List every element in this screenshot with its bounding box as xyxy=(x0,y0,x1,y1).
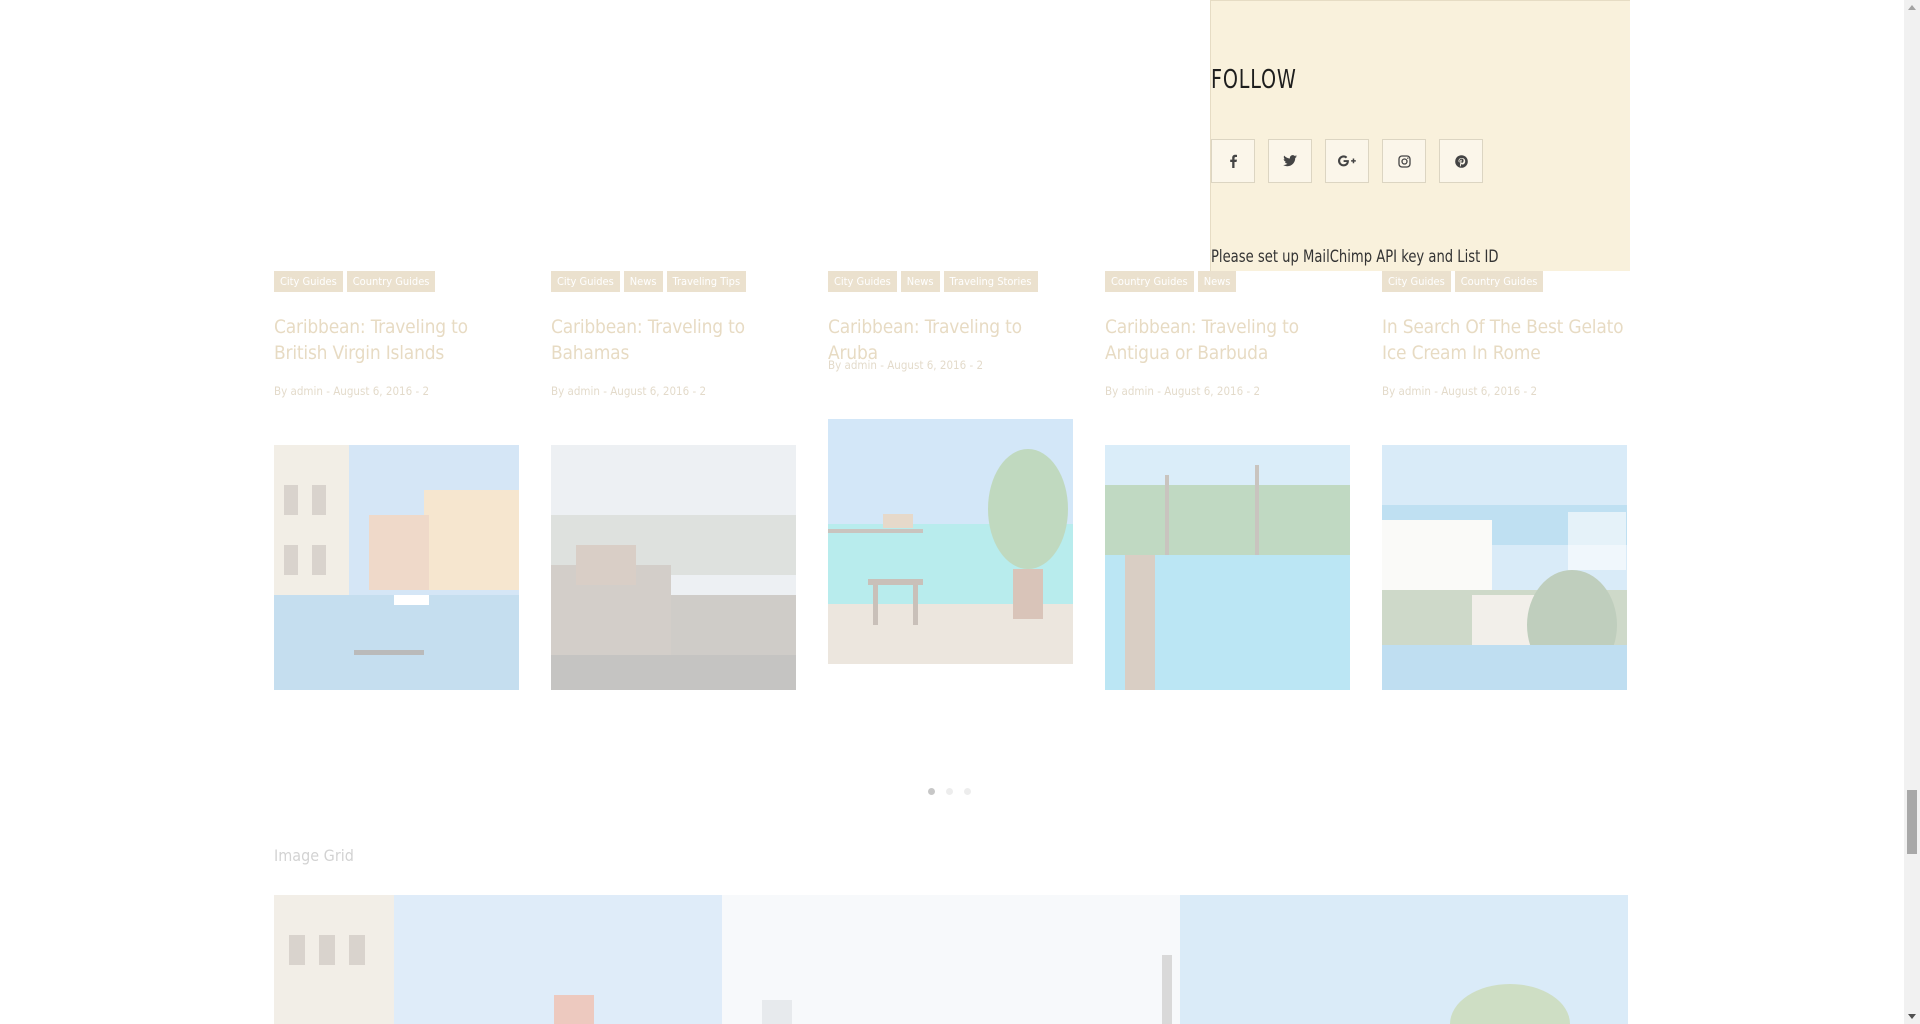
venice-canal-image xyxy=(274,445,519,690)
image-grid xyxy=(274,895,1628,1024)
slider-dot[interactable] xyxy=(964,788,971,795)
instagram-icon xyxy=(1397,154,1411,168)
post-categories: City Guides Country Guides xyxy=(1382,271,1544,292)
follow-widget: FOLLOW Please set up MailChimp API key a… xyxy=(1210,0,1630,271)
slider-next-arrow[interactable] xyxy=(1568,512,1626,570)
pool-palms-image xyxy=(1105,445,1350,690)
category-tag[interactable]: Traveling Stories xyxy=(943,271,1038,292)
grid-image[interactable] xyxy=(1180,895,1628,1024)
widget-title: FOLLOW xyxy=(1211,65,1297,95)
category-tag[interactable]: Traveling Tips xyxy=(666,271,747,292)
post-categories: City Guides News Traveling Stories xyxy=(828,271,1038,292)
category-tag[interactable]: City Guides xyxy=(1382,271,1451,292)
post-categories: City Guides Country Guides xyxy=(274,271,436,292)
google-plus-button[interactable] xyxy=(1325,139,1369,183)
venice-grid-image xyxy=(274,895,722,1024)
category-tag[interactable]: News xyxy=(900,271,940,292)
category-tag[interactable]: Country Guides xyxy=(1105,271,1194,292)
palms-grid-image xyxy=(1180,895,1628,1024)
post-title[interactable]: Caribbean: Traveling to Antigua or Barbu… xyxy=(1105,314,1350,366)
scrollbar-thumb[interactable] xyxy=(1907,790,1917,854)
post-thumbnail[interactable] xyxy=(274,445,519,690)
category-tag[interactable]: City Guides xyxy=(828,271,897,292)
beach-pier-image xyxy=(828,419,1073,664)
city-grid-image xyxy=(722,895,1180,1024)
post-thumbnail[interactable] xyxy=(1105,445,1350,690)
category-tag[interactable]: City Guides xyxy=(274,271,343,292)
post-meta: By admin - August 6, 2016 - 2 xyxy=(274,384,430,398)
slider-dot[interactable] xyxy=(928,788,935,795)
twitter-button[interactable] xyxy=(1268,139,1312,183)
post-thumbnail[interactable] xyxy=(551,445,796,690)
facebook-icon xyxy=(1230,154,1237,168)
twitter-icon xyxy=(1283,155,1297,167)
barcelona-park-image xyxy=(551,445,796,690)
post-thumbnail[interactable] xyxy=(828,419,1073,664)
category-tag[interactable]: City Guides xyxy=(551,271,620,292)
social-links xyxy=(1211,139,1483,183)
google-plus-icon xyxy=(1338,155,1356,167)
slider-dot[interactable] xyxy=(946,788,953,795)
page-scrollbar[interactable] xyxy=(1904,0,1920,1024)
pinterest-button[interactable] xyxy=(1439,139,1483,183)
category-tag[interactable]: News xyxy=(1197,271,1237,292)
post-title[interactable]: In Search Of The Best Gelato Ice Cream I… xyxy=(1382,314,1627,366)
post-categories: City Guides News Traveling Tips xyxy=(551,271,747,292)
mailchimp-notice: Please set up MailChimp API key and List… xyxy=(1211,247,1499,267)
category-tag[interactable]: Country Guides xyxy=(346,271,436,292)
instagram-button[interactable] xyxy=(1382,139,1426,183)
slider-pagination xyxy=(928,788,971,795)
post-title[interactable]: Caribbean: Traveling to Bahamas xyxy=(551,314,796,366)
pinterest-icon xyxy=(1454,154,1468,168)
post-meta: By admin - August 6, 2016 - 2 xyxy=(828,358,984,372)
category-tag[interactable]: News xyxy=(623,271,663,292)
category-tag[interactable]: Country Guides xyxy=(1454,271,1544,292)
grid-image[interactable] xyxy=(722,895,1180,1024)
image-grid-heading: Image Grid xyxy=(274,846,354,865)
post-meta: By admin - August 6, 2016 - 2 xyxy=(551,384,707,398)
post-meta: By admin - August 6, 2016 - 2 xyxy=(1105,384,1261,398)
facebook-button[interactable] xyxy=(1211,139,1255,183)
grid-image[interactable] xyxy=(274,895,722,1024)
post-title[interactable]: Caribbean: Traveling to British Virgin I… xyxy=(274,314,519,366)
scroll-down-arrow-icon[interactable] xyxy=(1908,1014,1916,1019)
post-categories: Country Guides News xyxy=(1105,271,1237,292)
scroll-up-arrow-icon[interactable] xyxy=(1908,5,1916,10)
post-meta: By admin - August 6, 2016 - 2 xyxy=(1382,384,1538,398)
